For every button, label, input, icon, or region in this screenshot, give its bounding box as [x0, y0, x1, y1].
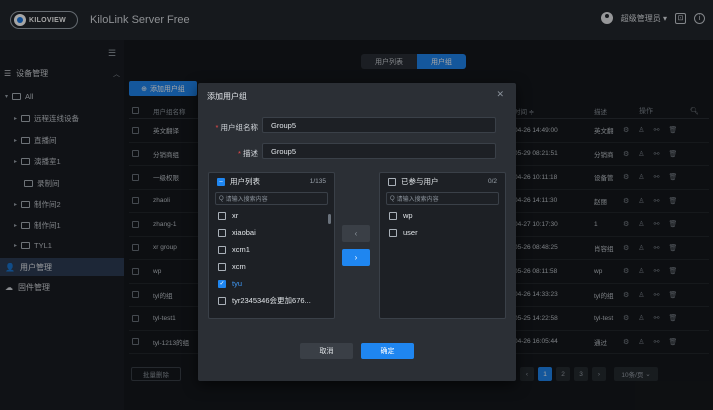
dialog-title: 添加用户组 [207, 92, 247, 101]
confirm-button[interactable]: 确定 [361, 343, 414, 359]
add-user-group-dialog: 添加用户组 ✕ * 用户组名称 Group5 * 描述 Group5 – 用户列… [198, 83, 516, 381]
item-checkbox[interactable] [218, 228, 226, 237]
item-checkbox[interactable] [218, 245, 226, 254]
user-list-search-input[interactable]: Q 请输入搜索内容 [215, 192, 328, 205]
select-all-joined-checkbox[interactable] [388, 177, 396, 186]
move-left-button[interactable]: ‹ [342, 225, 370, 242]
cancel-button[interactable]: 取消 [300, 343, 353, 359]
joined-users-items: wp user [380, 207, 505, 241]
user-list-panel-header: – 用户列表 1/135 [209, 173, 334, 190]
joined-users-count: 0/2 [487, 178, 497, 185]
close-icon[interactable]: ✕ [496, 89, 504, 100]
item-checkbox[interactable] [389, 211, 397, 220]
move-right-button[interactable]: › [342, 249, 370, 266]
description-label-text: 描述 [243, 149, 258, 158]
group-name-label: * 用户组名称 [215, 123, 259, 132]
user-list-search-placeholder: 请输入搜索内容 [225, 197, 268, 203]
transfer-list-item[interactable]: xiaobai [209, 224, 334, 241]
item-label: user [403, 228, 418, 237]
transfer-list-item[interactable]: user [380, 224, 505, 241]
search-icon: Q [219, 195, 224, 202]
group-name-input[interactable]: Group5 [262, 117, 496, 133]
item-checkbox[interactable] [218, 296, 226, 305]
joined-users-search-input[interactable]: Q 请输入搜索内容 [386, 192, 499, 205]
description-input[interactable]: Group5 [262, 143, 496, 159]
transfer-list-item[interactable]: ✓ tyu [209, 275, 334, 292]
joined-users-panel: 已参与用户 0/2 Q 请输入搜索内容 wp user [379, 172, 506, 319]
transfer-list-item[interactable]: xcm [209, 258, 334, 275]
description-label: * 描述 [237, 149, 258, 158]
item-label: xcm [232, 262, 246, 271]
item-checkbox[interactable] [389, 228, 397, 237]
item-checkbox[interactable] [218, 262, 226, 271]
transfer-list-item[interactable]: xr [209, 207, 334, 224]
item-checkbox[interactable] [218, 211, 226, 220]
user-list-scrollbar[interactable] [328, 214, 331, 224]
user-list-items: xr xiaobai xcm1 xcm ✓ tyu tyr2345346会更加676... [209, 207, 334, 309]
user-list-panel: – 用户列表 1/135 Q 请输入搜索内容 xr xiaobai xcm1 xcm ✓… [208, 172, 335, 319]
item-label: xiaobai [232, 228, 256, 237]
item-label: tyu [232, 279, 243, 288]
user-list-count: 1/135 [309, 178, 326, 185]
joined-users-panel-title: 已参与用户 [401, 177, 439, 186]
user-list-panel-title: 用户列表 [230, 177, 260, 186]
transfer-list-item[interactable]: wp [380, 207, 505, 224]
item-label: tyr2345346会更加676... [232, 296, 311, 305]
select-all-users-checkbox[interactable]: – [217, 177, 225, 186]
transfer-list-item[interactable]: tyr2345346会更加676... [209, 292, 334, 309]
search-icon: Q [390, 195, 395, 202]
item-label: xcm1 [232, 245, 250, 254]
joined-users-search-placeholder: 请输入搜索内容 [396, 197, 439, 203]
item-label: wp [403, 211, 413, 220]
joined-users-panel-header: 已参与用户 0/2 [380, 173, 505, 190]
transfer-list-item[interactable]: xcm1 [209, 241, 334, 258]
item-label: xr [232, 211, 239, 220]
group-name-label-text: 用户组名称 [220, 123, 259, 132]
item-checkbox[interactable]: ✓ [218, 279, 226, 288]
